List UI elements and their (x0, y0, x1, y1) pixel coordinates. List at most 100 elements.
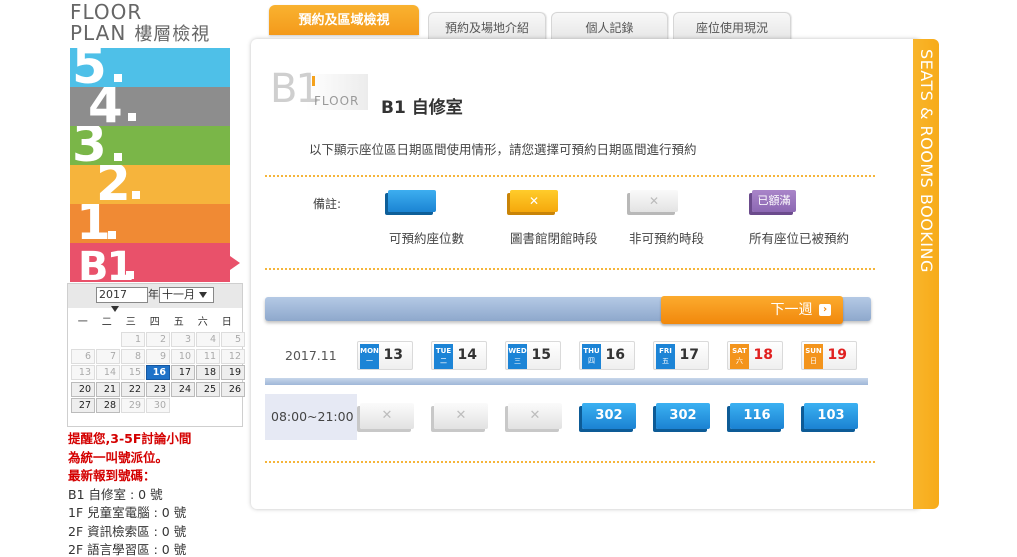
slot-unavailable: ✕ (508, 403, 562, 429)
logo-accent-bar (312, 76, 315, 86)
calendar-day[interactable]: 19 (221, 365, 245, 380)
day-number: 18 (753, 347, 773, 363)
notice-line: 最新報到號碼： (68, 468, 156, 483)
next-week-button[interactable]: 下一週 › (661, 296, 843, 324)
calendar-day[interactable]: 7 (96, 348, 120, 364)
floor-5-button[interactable]: 5 (70, 48, 230, 87)
weekday-en: TUE (435, 347, 452, 355)
slot-unavailable: ✕ (434, 403, 488, 429)
legend-caption: 可預約座位數 (389, 231, 465, 246)
floor-2-dot (132, 191, 140, 199)
legend-caption: 非可預約時段 (629, 231, 705, 246)
legend-caption: 圖書館閉館時段 (510, 231, 598, 246)
queue-stat: B1 自修室 : 0 號 (68, 486, 163, 502)
weekday-en: MON (360, 347, 379, 355)
day-number: 13 (383, 347, 403, 363)
calendar-day[interactable]: 14 (96, 365, 120, 380)
chevron-right-icon: › (819, 304, 831, 316)
floor-3-dot (114, 153, 122, 161)
slot-available-button[interactable]: 116 (730, 403, 784, 429)
floor-b1-button[interactable]: B1 (70, 243, 240, 290)
weekday-zh: 四 (588, 357, 595, 365)
calendar-day[interactable]: 28 (96, 398, 120, 413)
grid-separator (265, 378, 868, 385)
weekday-en: FRI (659, 347, 672, 355)
tab-booking-area-view[interactable]: 預約及區域檢視 (269, 5, 419, 35)
calendar-grid: 1 2 3 4 5 6 7 8 9 10 11 12 13 14 15 16 17 18 19 20 21 22 23 24 2… (68, 332, 245, 413)
legend-unavailable-swatch: ✕ (630, 190, 678, 212)
date-calendar: 2017 年十一月 一 二 三 四 五 六 日 1 2 3 4 5 6 7 8 9 10 11 12 13… (67, 283, 245, 427)
floor-2-label: 2 (96, 165, 131, 204)
calendar-empty-cell (196, 398, 220, 413)
legend-closed-swatch: ✕ (510, 190, 558, 212)
intro-text: 以下顯示座位區日期區間使用情形，請您選擇可預約日期區間進行預約 (309, 142, 697, 157)
calendar-day[interactable]: 29 (121, 398, 145, 413)
calendar-day[interactable]: 6 (71, 348, 95, 364)
slot-available-button[interactable]: 302 (656, 403, 710, 429)
calendar-day[interactable]: 4 (196, 332, 220, 347)
calendar-empty-cell (71, 332, 95, 347)
day-header: FRI 五 17 (653, 341, 709, 370)
calendar-day[interactable]: 20 (71, 381, 95, 397)
calendar-day[interactable]: 30 (146, 398, 170, 413)
calendar-day[interactable]: 3 (171, 332, 195, 347)
weekday-label: 一 (77, 317, 88, 328)
day-number: 16 (605, 347, 625, 363)
calendar-day[interactable]: 17 (171, 365, 195, 380)
floor-4-dot (128, 113, 136, 121)
year-select[interactable]: 2017 (96, 287, 148, 312)
brand-line2: PLAN (70, 21, 127, 45)
notice-panel: 提醒您,3-5F討論小間 為統一叫號派位。 最新報到號碼： B1 自修室 : 0… (68, 430, 248, 557)
calendar-day[interactable]: 15 (121, 365, 145, 380)
calendar-day[interactable]: 2 (146, 332, 170, 347)
slot-unavailable: ✕ (360, 403, 414, 429)
slot-available-button[interactable]: 302 (582, 403, 636, 429)
weekday-zh: 日 (810, 357, 817, 365)
tab-booking-intro[interactable]: 預約及場地介紹 (428, 12, 546, 40)
dotted-divider (265, 268, 875, 270)
day-number: 15 (531, 347, 551, 363)
floor-2-button[interactable]: 2 (70, 165, 230, 204)
calendar-day[interactable]: 26 (221, 381, 245, 397)
weekday-en: SAT (732, 347, 747, 355)
weekday-tag: FRI 五 (656, 344, 675, 369)
calendar-day[interactable]: 1 (121, 332, 145, 347)
day-header: WED 三 15 (505, 341, 561, 370)
floor-3-button[interactable]: 3 (70, 126, 230, 165)
month-select[interactable]: 十一月 (159, 287, 214, 303)
calendar-day[interactable]: 24 (171, 381, 195, 397)
weekday-tag: THU 四 (582, 344, 601, 369)
slot-available-button[interactable]: 103 (804, 403, 858, 429)
weekday-tag: TUE 二 (434, 344, 453, 369)
weekday-label: 五 (173, 317, 184, 328)
calendar-day[interactable]: 13 (71, 365, 95, 380)
calendar-day[interactable]: 9 (146, 348, 170, 364)
chevron-down-icon (111, 306, 119, 312)
notice-line: 提醒您,3-5F討論小間 (68, 431, 192, 446)
calendar-day[interactable]: 23 (146, 381, 170, 397)
tab-personal-record[interactable]: 個人記錄 (551, 12, 668, 40)
calendar-day[interactable]: 8 (121, 348, 145, 364)
calendar-day[interactable]: 11 (196, 348, 220, 364)
calendar-day[interactable]: 5 (221, 332, 245, 347)
selected-arrow-icon (230, 256, 240, 270)
floor-5-dot (114, 74, 122, 82)
tab-seat-status[interactable]: 座位使用現況 (673, 12, 791, 40)
day-header: TUE 二 14 (431, 341, 487, 370)
calendar-day[interactable]: 18 (196, 365, 220, 380)
month-value: 十一月 (162, 288, 195, 301)
day-header: SUN 日 19 (801, 341, 857, 370)
calendar-day[interactable]: 10 (171, 348, 195, 364)
calendar-day[interactable]: 21 (96, 381, 120, 397)
calendar-day[interactable]: 27 (71, 398, 95, 413)
weekday-label: 日 (221, 317, 232, 328)
calendar-day[interactable]: 22 (121, 381, 145, 397)
year-suffix: 年 (148, 288, 159, 301)
floor-selector: 5 4 3 2 1 B1 (70, 48, 240, 290)
calendar-day[interactable]: 25 (196, 381, 220, 397)
calendar-day[interactable]: 12 (221, 348, 245, 364)
floor-4-button[interactable]: 4 (70, 87, 230, 126)
calendar-day[interactable]: 16 (146, 365, 170, 380)
floor-1-button[interactable]: 1 (70, 204, 230, 243)
brand-line1: FLOOR (70, 0, 143, 24)
